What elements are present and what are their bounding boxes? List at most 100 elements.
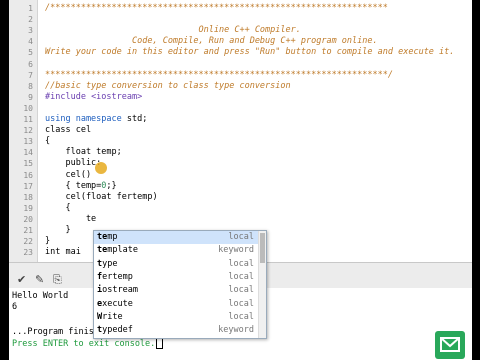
line-number: 17 xyxy=(23,181,33,191)
autocomplete-scrollbar[interactable] xyxy=(258,231,266,338)
code-text: #include <iostream> xyxy=(45,92,142,103)
suggestion-rest: ertemp xyxy=(102,271,133,282)
suggestion-rest: mplate xyxy=(107,245,138,256)
code-line: 3 Online C++ Compiler. xyxy=(9,25,472,36)
autocomplete-item[interactable]: temp local xyxy=(94,231,258,245)
code-text: class cel xyxy=(45,125,91,136)
line-number: 23 xyxy=(23,248,33,258)
code-line: 6 xyxy=(9,59,472,70)
line-number: 12 xyxy=(23,126,33,136)
autocomplete-item[interactable]: type local xyxy=(94,258,258,271)
autocomplete-popup: temp local template keyword type local fertemp… xyxy=(93,230,267,339)
line-number: 9 xyxy=(28,92,33,102)
code-token: <iostream> xyxy=(91,91,143,102)
code-token: Online C++ Compiler. xyxy=(45,25,301,36)
code-text: Online C++ Compiler. xyxy=(45,25,301,36)
pencil-icon[interactable]: ✎ xyxy=(35,273,44,287)
suggestion-type: keyword xyxy=(218,245,254,256)
code-text: cel() xyxy=(45,170,91,181)
compiler-window: 1 /**************************************… xyxy=(9,0,472,360)
code-token: Code, Compile, Run and Debug C++ program… xyxy=(45,36,378,47)
suggestion-rest: xecute xyxy=(102,298,133,309)
code-token: } xyxy=(45,225,71,235)
code-token: /***************************************… xyxy=(45,3,388,13)
code-line: 19 { xyxy=(9,203,472,214)
line-number: 1 xyxy=(28,4,33,13)
suggestion-type: local xyxy=(228,258,254,269)
line-number: 14 xyxy=(23,148,33,158)
code-line: 9 #include <iostream> xyxy=(9,92,472,103)
suggestion-rest: ypedef xyxy=(102,325,133,336)
code-token: #include xyxy=(45,91,92,102)
suggestion-type: local xyxy=(228,271,254,282)
suggestion-rest: ostream xyxy=(102,285,138,296)
code-line: 8 //basic type conversion to class type c… xyxy=(9,81,472,92)
line-number: 8 xyxy=(28,81,33,91)
chevron-down-icon[interactable]: ✔ xyxy=(17,273,26,287)
autocomplete-item[interactable]: template keyword xyxy=(94,244,258,257)
code-token: //basic type conversion to class type co… xyxy=(45,80,291,91)
code-text: { temp=0;} xyxy=(45,180,117,192)
code-token: class cel xyxy=(45,125,92,136)
code-text: Write your code in this editor and press… xyxy=(45,47,454,58)
feedback-button[interactable] xyxy=(435,331,465,359)
autocomplete-item[interactable]: execute local xyxy=(94,298,258,311)
code-line: 16 cel() xyxy=(9,170,472,181)
line-number: 10 xyxy=(23,103,33,113)
code-text: /***************************************… xyxy=(45,3,388,14)
code-text: ****************************************… xyxy=(45,70,393,81)
code-line: 10 xyxy=(9,103,472,114)
code-line: 17 { temp=0;} xyxy=(9,181,472,192)
copy-icon[interactable]: ⎘ xyxy=(53,273,62,287)
code-text: int mai xyxy=(45,247,81,258)
line-number: 21 xyxy=(23,226,33,235)
code-line: 14 float temp; xyxy=(9,147,472,158)
code-line: 4 Code, Compile, Run and Debug C++ progr… xyxy=(9,36,472,47)
suggestion-match: te xyxy=(97,245,108,256)
console-output-line: Hello World xyxy=(12,291,69,301)
code-text: using namespace std; xyxy=(45,114,147,125)
code-text: //basic type conversion to class type co… xyxy=(45,81,291,92)
line-number: 6 xyxy=(28,59,33,69)
code-token: ;} xyxy=(106,180,117,191)
code-token: float temp; xyxy=(45,147,122,158)
suggestion-name: type xyxy=(97,258,117,271)
code-token: public: xyxy=(45,158,102,169)
code-text: public: xyxy=(45,158,101,169)
suggestion-match: te xyxy=(97,232,108,242)
line-number: 15 xyxy=(23,159,33,169)
autocomplete-item[interactable]: iostream local xyxy=(94,284,258,297)
line-number: 4 xyxy=(28,37,33,47)
code-line: 7 ***************************************… xyxy=(9,70,472,81)
suggestion-name: Write xyxy=(97,311,123,324)
line-number: 2 xyxy=(28,15,33,25)
code-token: using namespace xyxy=(45,114,122,124)
suggestion-type: keyword xyxy=(218,325,254,336)
console-caret[interactable] xyxy=(156,338,164,349)
autocomplete-item[interactable]: typedef keyword xyxy=(94,324,258,337)
code-line: 18 cel(float fertemp) xyxy=(9,192,472,203)
suggestion-name: execute xyxy=(97,298,133,311)
mouse-cursor-highlight xyxy=(95,162,107,174)
code-text: } xyxy=(45,225,71,236)
code-token: cel() xyxy=(45,169,92,180)
code-token: int mai xyxy=(45,247,81,258)
code-line: 20 te xyxy=(9,214,472,225)
code-line: 5 Write your code in this editor and pres… xyxy=(9,47,472,58)
suggestion-type: local xyxy=(228,311,254,322)
code-token: ****************************************… xyxy=(45,69,393,80)
suggestion-name: temp xyxy=(97,231,118,244)
code-text: Code, Compile, Run and Debug C++ program… xyxy=(45,36,378,47)
code-line: 13 { xyxy=(9,136,472,147)
suggestion-type: local xyxy=(228,232,254,242)
code-line: 2 xyxy=(9,14,472,25)
suggestion-name: fertemp xyxy=(97,271,133,284)
code-editor[interactable]: 1 /**************************************… xyxy=(9,0,472,262)
line-number: 11 xyxy=(23,115,33,124)
code-token: { xyxy=(45,136,51,147)
autocomplete-item[interactable]: fertemp local xyxy=(94,271,258,284)
line-number: 20 xyxy=(23,214,33,224)
autocomplete-item[interactable]: Write local xyxy=(94,311,258,324)
code-token: te xyxy=(45,213,97,224)
code-text: { xyxy=(45,203,70,214)
